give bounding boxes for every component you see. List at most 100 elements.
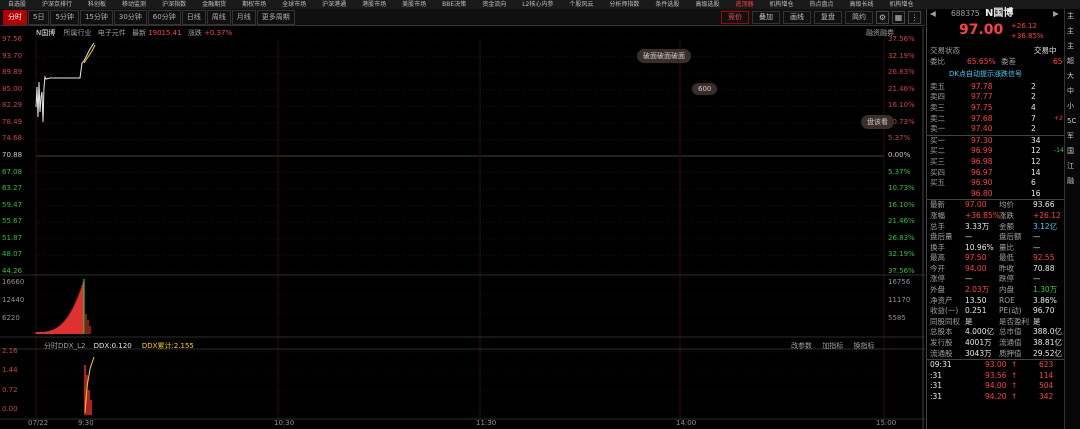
side-strip-item[interactable]: 主	[1065, 39, 1080, 54]
side-strip-item[interactable]: 5C	[1065, 114, 1080, 129]
status-value: 交易中	[1034, 46, 1057, 55]
stat-label: 金额	[999, 221, 1014, 231]
side-strip-item[interactable]: 中	[1065, 84, 1080, 99]
chart-area[interactable]: N国博 所属行业 电子元件 最新 19015.41 涨跌 +0.37% 融资融券…	[0, 27, 925, 429]
bid-book: 买一 97.30 34 买二 96.99 12 -14 买三 96.98 12 买四 96.97 14 买…	[927, 134, 1064, 200]
period-tab[interactable]: 60分钟	[147, 9, 181, 25]
bid-row[interactable]: 买三 96.98 12	[927, 157, 1064, 168]
signal-link[interactable]: DK点自动提示涨跌信号	[949, 69, 1022, 80]
price-line	[35, 42, 95, 123]
bid-level-label: 买四	[930, 167, 945, 177]
auction-button[interactable]: 竞价	[721, 11, 749, 24]
side-strip-item[interactable]: 国	[1065, 144, 1080, 159]
replay-button[interactable]: 复盘	[814, 11, 842, 24]
period-tab[interactable]: 5日	[28, 9, 50, 25]
draw-line-button[interactable]: 画线	[783, 11, 811, 24]
menu-item[interactable]: 逃顶器	[727, 0, 761, 9]
tick-volume: 504	[1039, 381, 1054, 391]
menu-item[interactable]: 个股风云	[561, 0, 601, 9]
overlay-button[interactable]: 叠加	[752, 11, 780, 24]
ask-row[interactable]: 卖一 97.40 2	[927, 124, 1064, 135]
menu-item[interactable]: 美股市场	[394, 0, 434, 9]
menu-item[interactable]: 分析师指数	[601, 0, 647, 9]
bid-row[interactable]: 买二 96.99 12 -14	[927, 146, 1064, 157]
period-tab[interactable]: 30分钟	[113, 9, 147, 25]
ask-row[interactable]: 卖二 97.68 7 +2	[927, 114, 1064, 125]
period-tab[interactable]: 5分钟	[50, 9, 79, 25]
more-icon[interactable]: ⋮	[908, 11, 921, 24]
stat-value: —	[1033, 232, 1041, 242]
period-tab[interactable]: 周线	[206, 9, 231, 25]
stat-value: 29.52亿	[1033, 348, 1062, 358]
menu-item[interactable]: 条件选股	[647, 0, 687, 9]
signal-tag-3[interactable]: 盘该看	[861, 115, 894, 129]
menu-item[interactable]: 港股市场	[354, 0, 394, 9]
menu-item[interactable]: 移动监测	[114, 0, 154, 9]
latest-value: 19015.41	[148, 29, 182, 37]
period-tab[interactable]: 更多周期	[256, 9, 295, 25]
back-icon[interactable]: ◀	[930, 9, 936, 20]
signal-tag-1[interactable]: 破面破面破面	[637, 49, 691, 63]
menu-item[interactable]: 全球市场	[274, 0, 314, 9]
menu-item[interactable]: 资金流向	[474, 0, 514, 9]
menu-item[interactable]: 科创板	[80, 0, 114, 9]
settings-icon[interactable]: ⚙	[876, 11, 889, 24]
bid-price: 96.80	[971, 188, 993, 198]
side-strip-item[interactable]: 江	[1065, 159, 1080, 174]
period-tab[interactable]: 月线	[231, 9, 256, 25]
stat-label: 昨收	[999, 263, 1014, 273]
menu-item[interactable]: 沪深指数	[154, 0, 194, 9]
menu-item[interactable]: BBE决策	[434, 0, 474, 9]
ask-row[interactable]: 卖三 97.75 4	[927, 103, 1064, 114]
stats-row: 总手 3.33万 金额 3.12亿	[927, 222, 1064, 233]
menu-item[interactable]: 热点盘点	[801, 0, 841, 9]
change-params-button[interactable]: 改参数	[791, 342, 812, 350]
side-strip-item[interactable]: 主	[1065, 24, 1080, 39]
simple-mode-button[interactable]: 简约	[845, 11, 873, 24]
bid-row[interactable]: 买五 96.90 6	[927, 178, 1064, 189]
stat-label: 涨跌	[999, 210, 1014, 220]
stat-label: 收益(一)	[930, 306, 959, 316]
menu-item[interactable]: L2核心内参	[514, 0, 561, 9]
period-tab[interactable]: 分时	[3, 9, 27, 25]
ask-row[interactable]: 卖四 97.77 2	[927, 92, 1064, 103]
stat-value: 3.86%	[1033, 295, 1057, 305]
bid-row[interactable]: 买一 97.30 34	[927, 136, 1064, 147]
stat-label: 最低	[999, 253, 1014, 263]
stat-label: 内盘	[999, 285, 1014, 295]
period-tab[interactable]: 日线	[181, 9, 206, 25]
period-tab[interactable]: 15分钟	[79, 9, 113, 25]
swap-indicator-button[interactable]: 换指标	[853, 342, 874, 350]
menu-item[interactable]: 机构增仓	[882, 0, 922, 9]
menu-item[interactable]: 高级长线	[842, 0, 882, 9]
side-strip-item[interactable]: 大	[1065, 69, 1080, 84]
add-indicator-button[interactable]: 加指标	[822, 342, 843, 350]
chart-grid	[0, 27, 925, 429]
side-strip-item[interactable]: 主	[1065, 9, 1080, 24]
bid-level-label: 买二	[930, 146, 945, 156]
stat-value: 96.70	[1033, 306, 1055, 316]
signal-tag-2[interactable]: 600	[692, 83, 718, 95]
ddx-indicator-name[interactable]: 分时DDX_L2	[44, 342, 85, 350]
menu-item[interactable]: 金融期货	[194, 0, 234, 9]
grid-icon[interactable]: ▦	[892, 11, 905, 24]
menu-item[interactable]: 沪深港通	[314, 0, 354, 9]
menu-item[interactable]: 期权市场	[234, 0, 274, 9]
side-strip-item[interactable]: 小	[1065, 99, 1080, 114]
bid-row[interactable]: 96.80 16	[927, 189, 1064, 200]
menu-item[interactable]: 沪深京排行	[34, 0, 80, 9]
menu-item[interactable]: 高级选股	[687, 0, 727, 9]
side-strip-item[interactable]: 超	[1065, 54, 1080, 69]
stat-label: 盘后额	[999, 232, 1022, 242]
bid-row[interactable]: 买四 96.97 14	[927, 168, 1064, 179]
stat-value: 4001万	[965, 338, 992, 348]
side-strip-item[interactable]: 融	[1065, 174, 1080, 189]
time-tick-label: 14:00	[676, 419, 697, 427]
side-strip-item[interactable]: 军	[1065, 129, 1080, 144]
ask-row[interactable]: 卖五 97.78 2	[927, 82, 1064, 93]
menu-item[interactable]: 自选股	[0, 0, 34, 9]
forward-icon[interactable]: ▶	[1053, 9, 1059, 20]
bid-price: 96.98	[971, 156, 993, 166]
menu-item[interactable]: 机构增仓	[761, 0, 801, 9]
stats-row: 收益(一) 0.251 PE(动) 96.70	[927, 306, 1064, 317]
